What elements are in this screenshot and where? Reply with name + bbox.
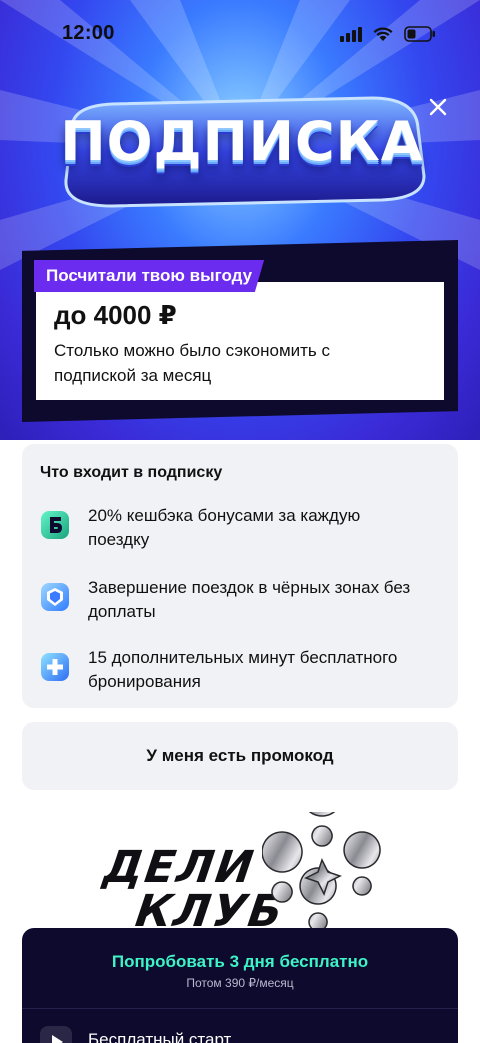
features-title: Что входит в подписку xyxy=(40,464,223,481)
savings-tag: Посчитали твою выгоду xyxy=(34,260,265,292)
chrome-ring-icon xyxy=(262,812,381,932)
feature-text: Завершение поездок в чёрных зонах без до… xyxy=(88,578,411,621)
status-icons xyxy=(340,26,436,42)
feature-item: 20% кешбэка бонусами за каждую поездку xyxy=(40,504,440,552)
play-icon xyxy=(40,1026,72,1043)
try-free-subtitle: Потом 390 ₽/месяц xyxy=(186,976,294,990)
logo-text: ПОДПИСКА xyxy=(60,110,424,173)
status-bar: 12:00 xyxy=(0,0,480,70)
divider xyxy=(22,1008,458,1009)
shield-icon xyxy=(41,583,69,611)
free-start-label: Бесплатный старт xyxy=(88,1030,232,1043)
feature-item: Завершение поездок в чёрных зонах без до… xyxy=(40,576,440,624)
savings-description: Столько можно было сэкономить с подписко… xyxy=(54,341,331,385)
feature-text: 20% кешбэка бонусами за каждую поездку xyxy=(88,506,361,549)
feature-item: 15 дополнительных минут бесплатного брон… xyxy=(40,646,440,694)
plus-icon xyxy=(41,653,69,681)
deli-club-logo: ДЕЛИ КЛУБ xyxy=(90,812,390,942)
wifi-icon xyxy=(373,27,393,41)
signal-icon xyxy=(340,27,362,42)
subscription-logo: ПОДПИСКА xyxy=(52,88,432,218)
bonus-b-icon xyxy=(41,511,69,539)
status-time: 12:00 xyxy=(62,22,115,44)
battery-icon xyxy=(404,26,435,42)
bottom-panel: Попробовать 3 дня бесплатно Потом 390 ₽/… xyxy=(22,928,458,1043)
try-free-button[interactable]: Попробовать 3 дня бесплатно Потом 390 ₽/… xyxy=(22,928,458,1008)
features-card: Что входит в подписку 20% кешбэка бонуса… xyxy=(22,444,458,708)
feature-text: 15 дополнительных минут бесплатного брон… xyxy=(88,648,398,691)
promo-code-button[interactable]: У меня есть промокод xyxy=(22,722,458,790)
savings-amount: до 4000 ₽ xyxy=(54,300,177,330)
try-free-title: Попробовать 3 дня бесплатно xyxy=(111,952,369,971)
